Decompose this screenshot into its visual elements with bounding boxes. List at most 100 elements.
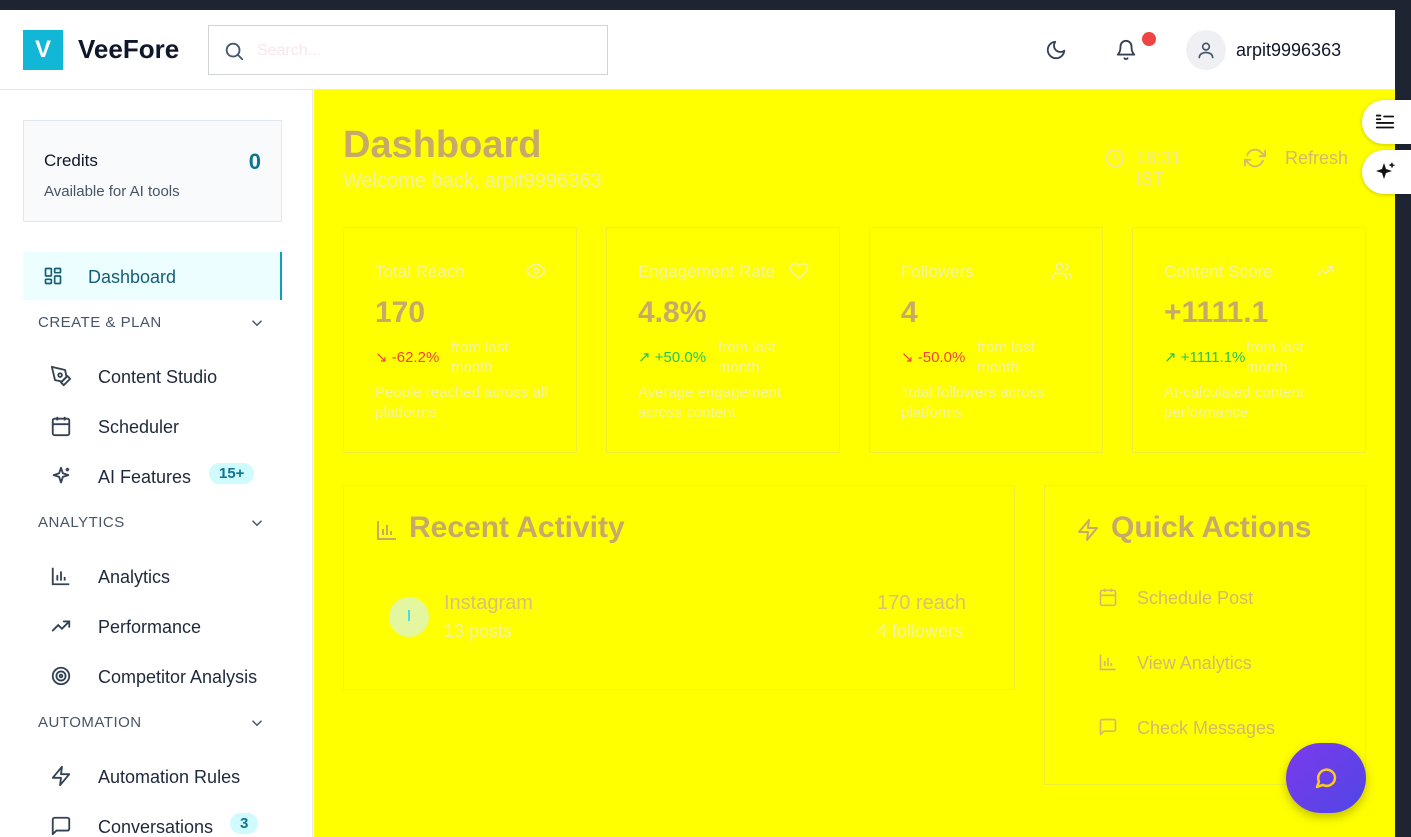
stat-from-label: from last month bbox=[977, 339, 1035, 376]
sparkles-icon bbox=[1376, 162, 1396, 179]
heart-icon bbox=[789, 262, 809, 280]
quick-action-label: View Analytics bbox=[1137, 653, 1252, 673]
chevron-down-icon[interactable] bbox=[248, 714, 266, 732]
sidebar: Credits 0 Available for AI tools Dashboa… bbox=[0, 90, 313, 837]
dark-mode-toggle[interactable] bbox=[1044, 38, 1068, 62]
sidebar-item-analytics[interactable]: Analytics bbox=[50, 562, 290, 592]
sidebar-item-scheduler[interactable]: Scheduler bbox=[50, 412, 290, 442]
search-input[interactable] bbox=[257, 38, 587, 64]
current-time: 18:31 IST bbox=[1104, 147, 1181, 189]
activity-posts: 13 posts bbox=[444, 621, 513, 641]
floating-reader-button[interactable] bbox=[1362, 100, 1411, 144]
sidebar-item-label: Performance bbox=[98, 617, 202, 637]
moon-icon bbox=[1046, 40, 1066, 60]
stat-change-value: -50.0% bbox=[917, 349, 966, 366]
sidebar-item-dashboard[interactable]: Dashboard bbox=[23, 252, 282, 300]
app-header: V VeeFore arpit9996363 bbox=[0, 10, 1395, 90]
recent-activity-title: Recent Activity bbox=[409, 511, 625, 544]
avatar[interactable] bbox=[1186, 30, 1226, 70]
trending-up-icon bbox=[51, 620, 71, 632]
stat-title: Engagement Rate bbox=[638, 262, 776, 281]
quick-action-label: Check Messages bbox=[1137, 718, 1276, 738]
sidebar-item-label: Dashboard bbox=[88, 267, 177, 287]
stat-change-value: -62.2% bbox=[391, 349, 440, 366]
stat-value: 170 bbox=[375, 296, 426, 329]
quick-action-label: Schedule Post bbox=[1137, 588, 1254, 608]
sidebar-item-conversations[interactable]: Conversations 3 bbox=[50, 812, 290, 837]
chevron-down-icon[interactable] bbox=[248, 514, 266, 532]
section-create-plan[interactable]: CREATE & PLAN bbox=[38, 314, 162, 331]
sparkles-icon bbox=[52, 466, 70, 484]
calendar-icon bbox=[51, 416, 71, 437]
sidebar-item-content-studio[interactable]: Content Studio bbox=[50, 362, 290, 392]
quick-action-check-messages[interactable]: Check Messages bbox=[1098, 713, 1338, 743]
refresh-icon bbox=[1244, 148, 1266, 168]
count-badge: 3 bbox=[230, 813, 259, 834]
sidebar-item-automation-rules[interactable]: Automation Rules bbox=[50, 762, 290, 792]
notifications-button[interactable] bbox=[1114, 38, 1138, 62]
bar-chart-icon bbox=[51, 567, 70, 586]
stat-value: 4 bbox=[901, 296, 918, 329]
page-subtitle: Welcome back, arpit9996363 bbox=[343, 170, 602, 192]
quick-action-view-analytics[interactable]: View Analytics bbox=[1098, 648, 1338, 678]
stat-value: +1111.1 bbox=[1164, 296, 1269, 329]
chevron-down-icon[interactable] bbox=[248, 314, 266, 332]
stat-card-engagement-rate[interactable]: Engagement Rate 4.8% ↗ +50.0% from last … bbox=[606, 227, 840, 453]
brand-name[interactable]: VeeFore bbox=[78, 34, 179, 65]
stat-value: 4.8% bbox=[638, 296, 707, 329]
search-icon bbox=[225, 42, 244, 61]
section-analytics[interactable]: ANALYTICS bbox=[38, 514, 125, 531]
message-square-icon bbox=[51, 816, 71, 836]
bar-chart-icon bbox=[377, 521, 396, 540]
sidebar-item-performance[interactable]: Performance bbox=[50, 612, 290, 642]
sidebar-item-label: Conversations bbox=[98, 817, 214, 837]
stat-description: AI-calculated content performance bbox=[1164, 384, 1305, 421]
stat-card-content-score[interactable]: Content Score +1111.1 ↗ +1111.1% from la… bbox=[1132, 227, 1366, 453]
refresh-label: Refresh bbox=[1285, 148, 1349, 168]
message-square-icon bbox=[1099, 718, 1117, 736]
chat-fab-button[interactable] bbox=[1286, 743, 1366, 813]
zap-icon bbox=[1078, 519, 1098, 541]
section-automation[interactable]: AUTOMATION bbox=[38, 714, 142, 731]
eye-icon bbox=[526, 263, 546, 279]
activity-platform[interactable]: Instagram bbox=[444, 592, 533, 615]
activity-reach: 170 reach bbox=[877, 592, 966, 614]
trending-up-icon bbox=[1316, 266, 1334, 276]
sidebar-item-label: Competitor Analysis bbox=[98, 667, 258, 687]
stat-title: Content Score bbox=[1164, 262, 1273, 281]
stat-title: Total Reach bbox=[375, 262, 465, 281]
credits-value: 0 bbox=[248, 149, 261, 174]
credits-card: Credits 0 Available for AI tools bbox=[23, 120, 282, 222]
stat-card-followers[interactable]: Followers 4 ↘ -50.0% from last month Tot… bbox=[869, 227, 1103, 453]
sidebar-item-label: Automation Rules bbox=[98, 767, 241, 787]
page-title: Dashboard bbox=[343, 124, 542, 166]
sidebar-item-label: Content Studio bbox=[98, 367, 218, 387]
stat-title: Followers bbox=[901, 262, 974, 281]
count-badge: 15+ bbox=[209, 463, 255, 484]
stat-description: Total followers across platforms bbox=[901, 384, 1045, 421]
credits-subtitle: Available for AI tools bbox=[44, 183, 180, 200]
stat-description: Average engagement across content bbox=[638, 384, 782, 421]
stat-card-total-reach[interactable]: Total Reach 170 ↘ -62.2% from last month… bbox=[343, 227, 577, 453]
time-label: 18:31 IST bbox=[1136, 148, 1182, 189]
stat-change-value: +50.0% bbox=[654, 349, 707, 366]
users-icon bbox=[1052, 262, 1072, 280]
trending-up-icon: ↗ bbox=[1164, 349, 1181, 366]
stat-from-label: from last month bbox=[451, 339, 509, 376]
sidebar-item-competitor-analysis[interactable]: Competitor Analysis bbox=[50, 662, 290, 692]
trending-up-icon: ↗ bbox=[638, 349, 655, 366]
bar-chart-icon bbox=[1099, 654, 1116, 671]
stat-from-label: from last month bbox=[1246, 339, 1304, 376]
username[interactable]: arpit9996363 bbox=[1236, 40, 1341, 61]
sidebar-item-label: Analytics bbox=[98, 567, 171, 587]
quick-actions-title: Quick Actions bbox=[1111, 511, 1312, 544]
bell-icon bbox=[1116, 40, 1136, 61]
trending-down-icon: ↘ bbox=[375, 349, 392, 366]
notification-badge bbox=[1142, 32, 1156, 46]
logo[interactable]: V bbox=[23, 30, 63, 70]
quick-action-schedule-post[interactable]: Schedule Post bbox=[1098, 583, 1338, 613]
search-box[interactable] bbox=[208, 25, 608, 75]
stat-change: ↗ +1111.1% bbox=[1164, 348, 1245, 366]
floating-ai-button[interactable] bbox=[1362, 150, 1411, 194]
sidebar-item-ai-features[interactable]: AI Features 15+ bbox=[50, 462, 290, 492]
